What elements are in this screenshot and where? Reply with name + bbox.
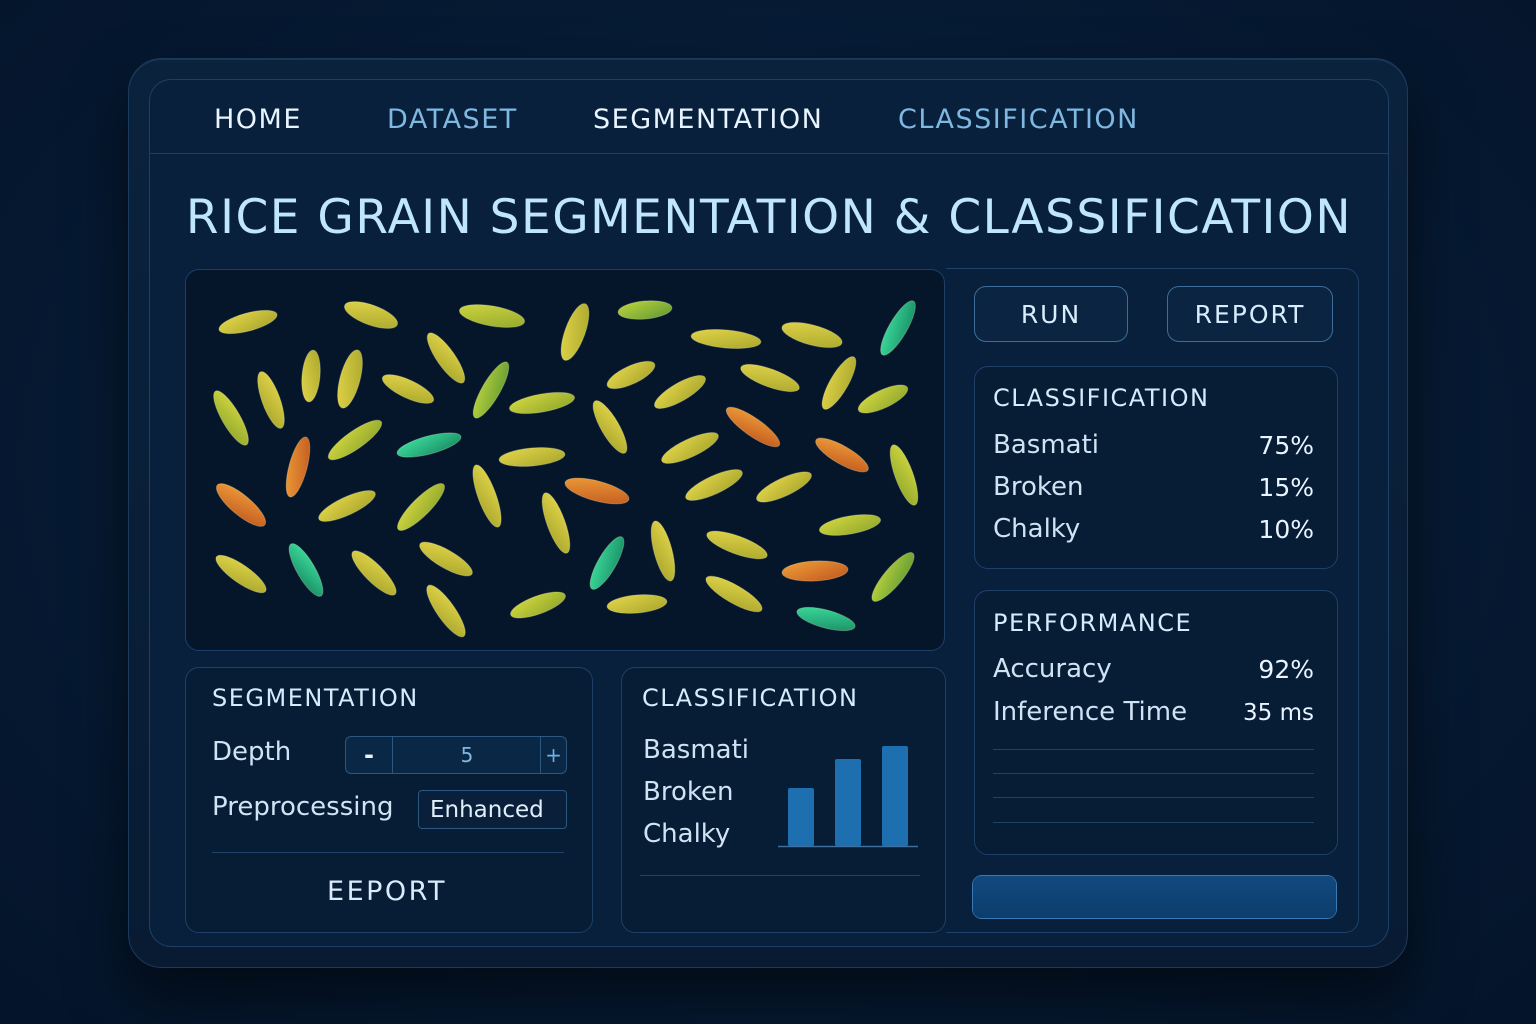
- classification-row-label: Chalky: [993, 514, 1081, 544]
- bar-chalky: [882, 746, 908, 846]
- classification-row-value: 75%: [1258, 431, 1314, 460]
- chart-label: Broken: [643, 777, 734, 807]
- depth-label: Depth: [212, 737, 292, 767]
- performance-row-label: Accuracy: [993, 654, 1112, 684]
- classification-bar-chart: [778, 746, 918, 848]
- classification-row-value: 15%: [1258, 473, 1314, 502]
- classification-row-value: 10%: [1258, 515, 1314, 544]
- performance-row-label: Inference Time: [993, 697, 1188, 727]
- performance-row-value: 92%: [1258, 655, 1314, 684]
- run-button[interactable]: RUN: [974, 286, 1128, 342]
- divider: [640, 875, 920, 876]
- report-button[interactable]: REPORT: [1167, 286, 1333, 342]
- depth-stepper[interactable]: - 5 +: [345, 736, 567, 774]
- export-button[interactable]: EEPORT: [183, 876, 591, 907]
- depth-value[interactable]: 5: [393, 737, 541, 773]
- divider: [993, 773, 1314, 774]
- divider: [993, 797, 1314, 798]
- classification-row-label: Broken: [993, 472, 1084, 502]
- divider: [993, 749, 1314, 750]
- segmentation-card-title: SEGMENTATION: [212, 684, 419, 712]
- screen-content: RUN REPORT CLASSIFICATION Basmati 75% Br…: [148, 78, 1388, 946]
- chart-label: Basmati: [643, 735, 749, 765]
- increment-button[interactable]: +: [540, 737, 566, 773]
- progress-bar: [972, 875, 1337, 919]
- classification-card-title: CLASSIFICATION: [993, 384, 1210, 412]
- preprocessing-label: Preprocessing: [212, 792, 394, 822]
- chart-label: Chalky: [643, 819, 731, 849]
- preprocessing-select[interactable]: Enhanced: [418, 790, 567, 829]
- classification-chart-title: CLASSIFICATION: [642, 684, 859, 712]
- bar-basmati: [788, 788, 814, 846]
- performance-row-value: 35 ms: [1243, 700, 1314, 726]
- divider: [212, 852, 564, 853]
- decrement-button[interactable]: -: [346, 737, 393, 773]
- divider: [993, 822, 1314, 823]
- progress-fill: [973, 876, 1336, 918]
- bar-broken: [835, 759, 861, 846]
- classification-row-label: Basmati: [993, 430, 1099, 460]
- performance-card-title: PERFORMANCE: [993, 609, 1193, 637]
